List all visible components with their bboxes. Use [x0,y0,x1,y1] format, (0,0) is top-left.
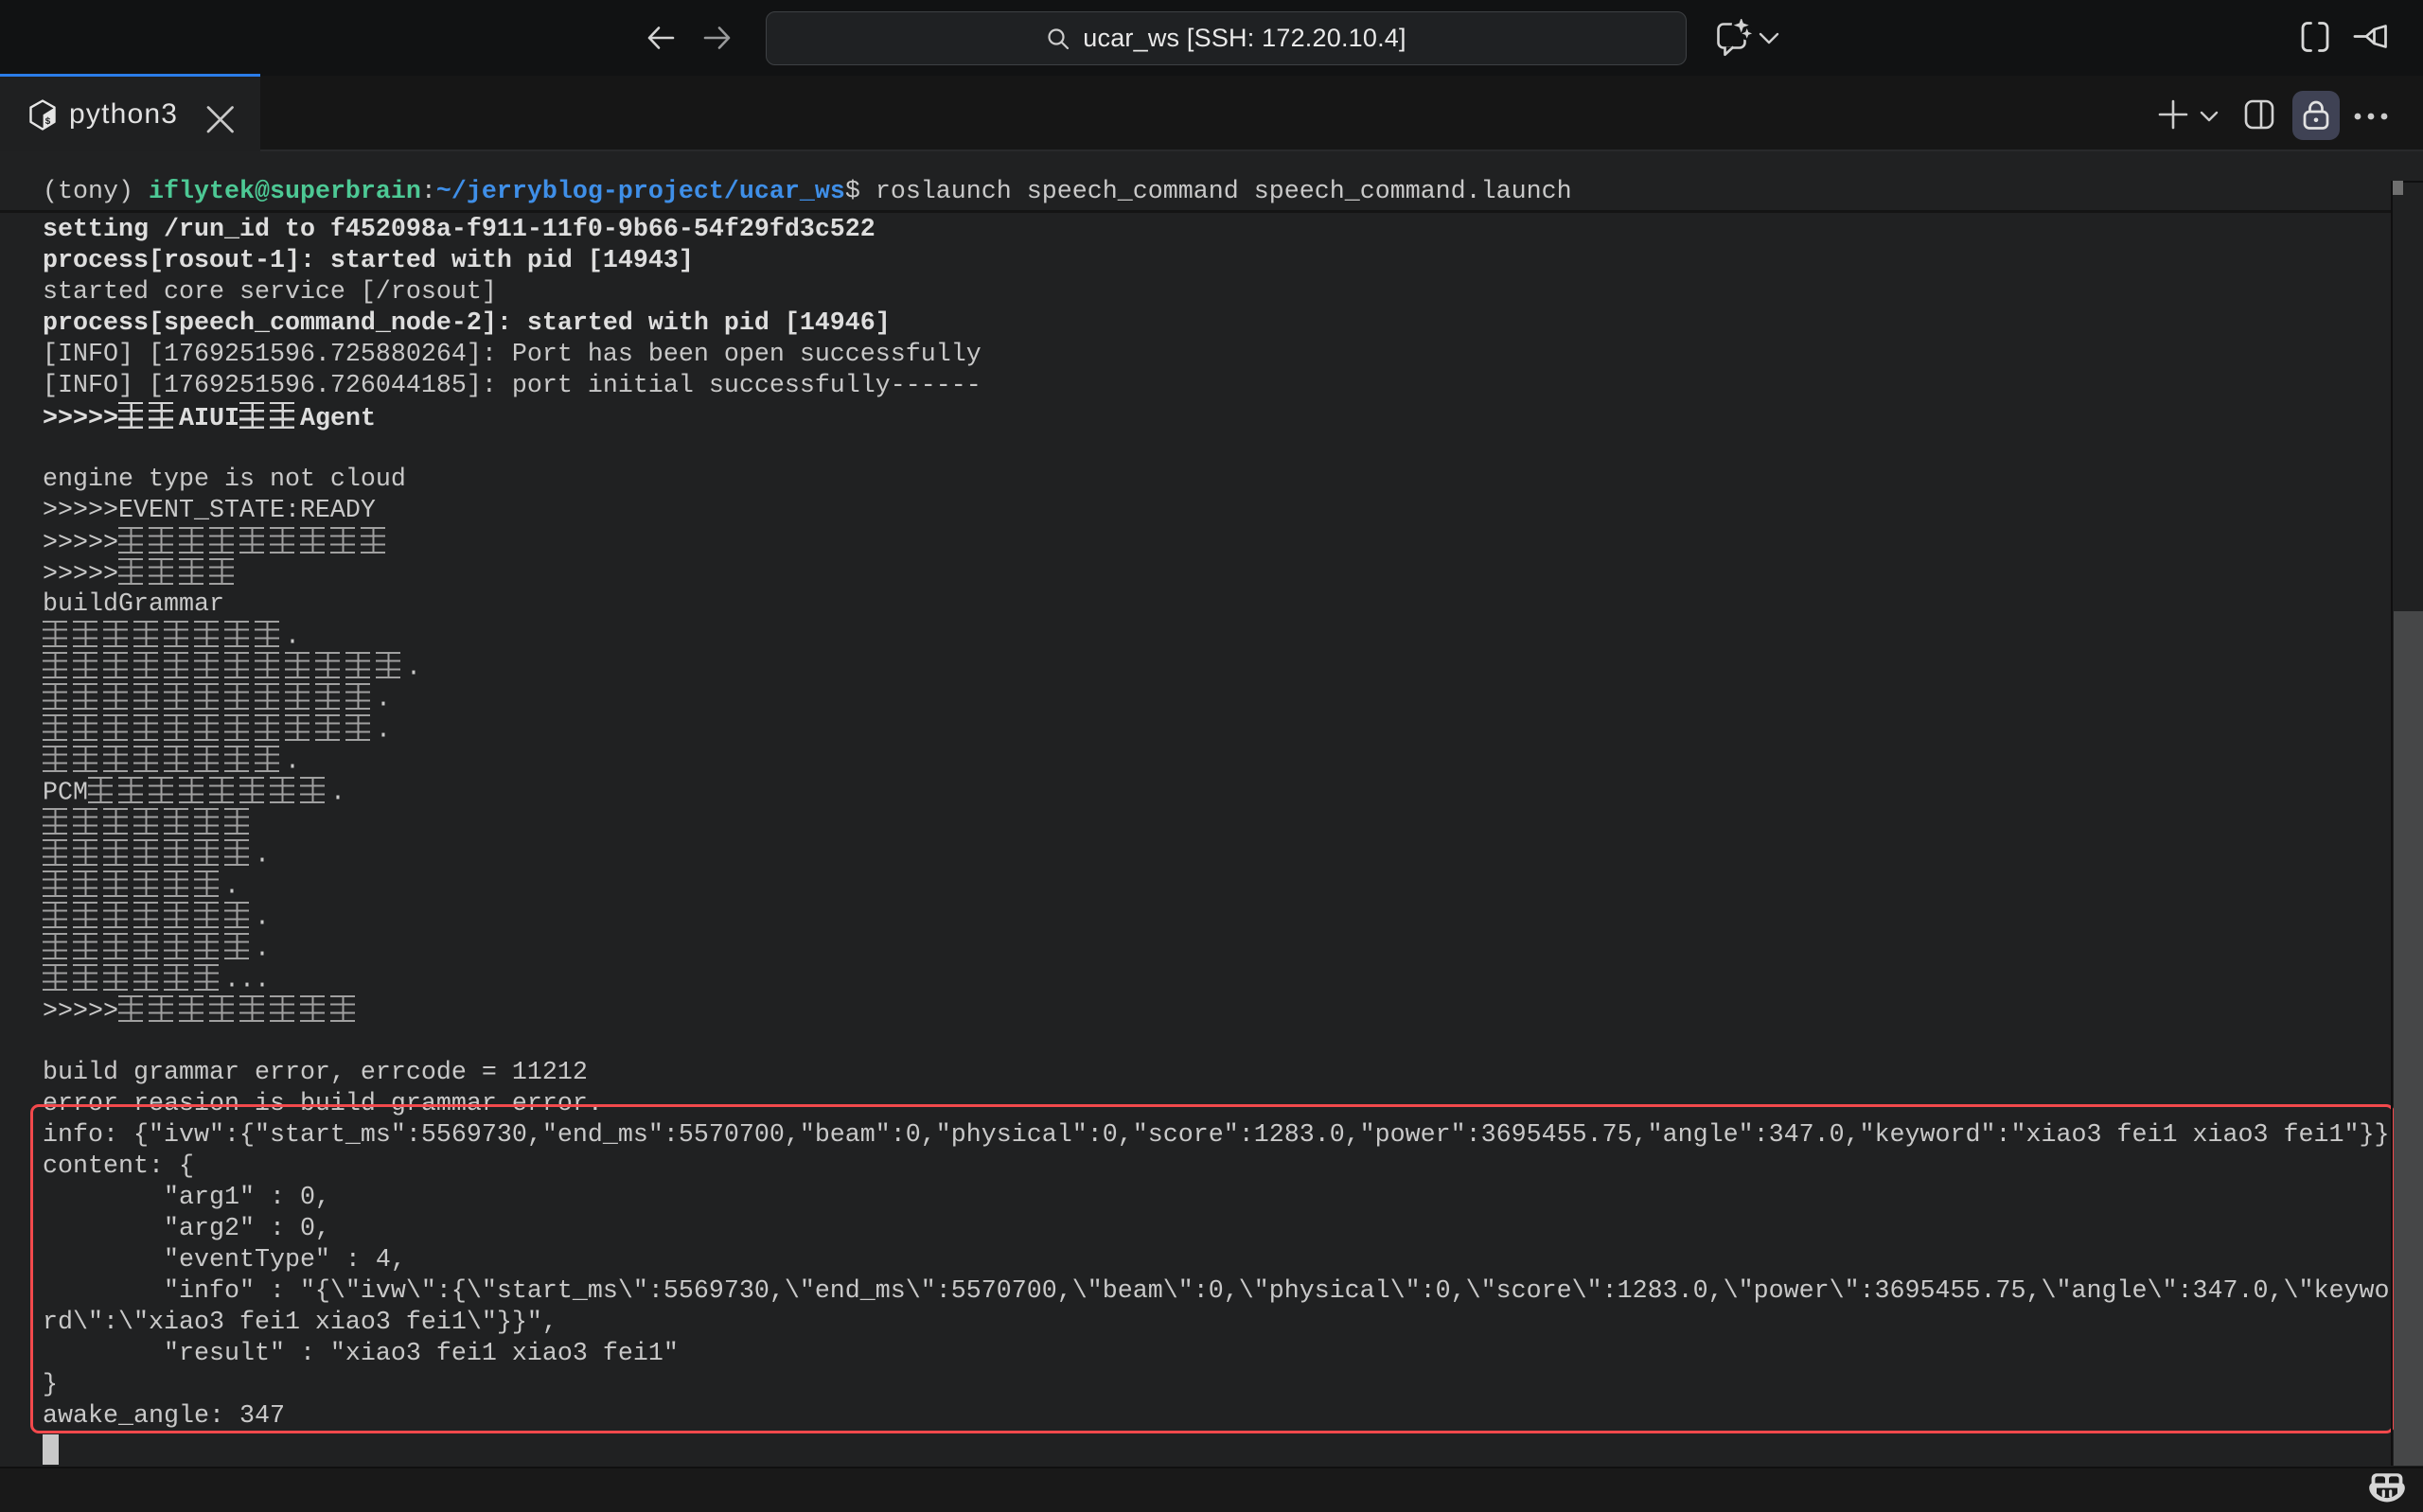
svg-text:$: $ [45,116,51,128]
